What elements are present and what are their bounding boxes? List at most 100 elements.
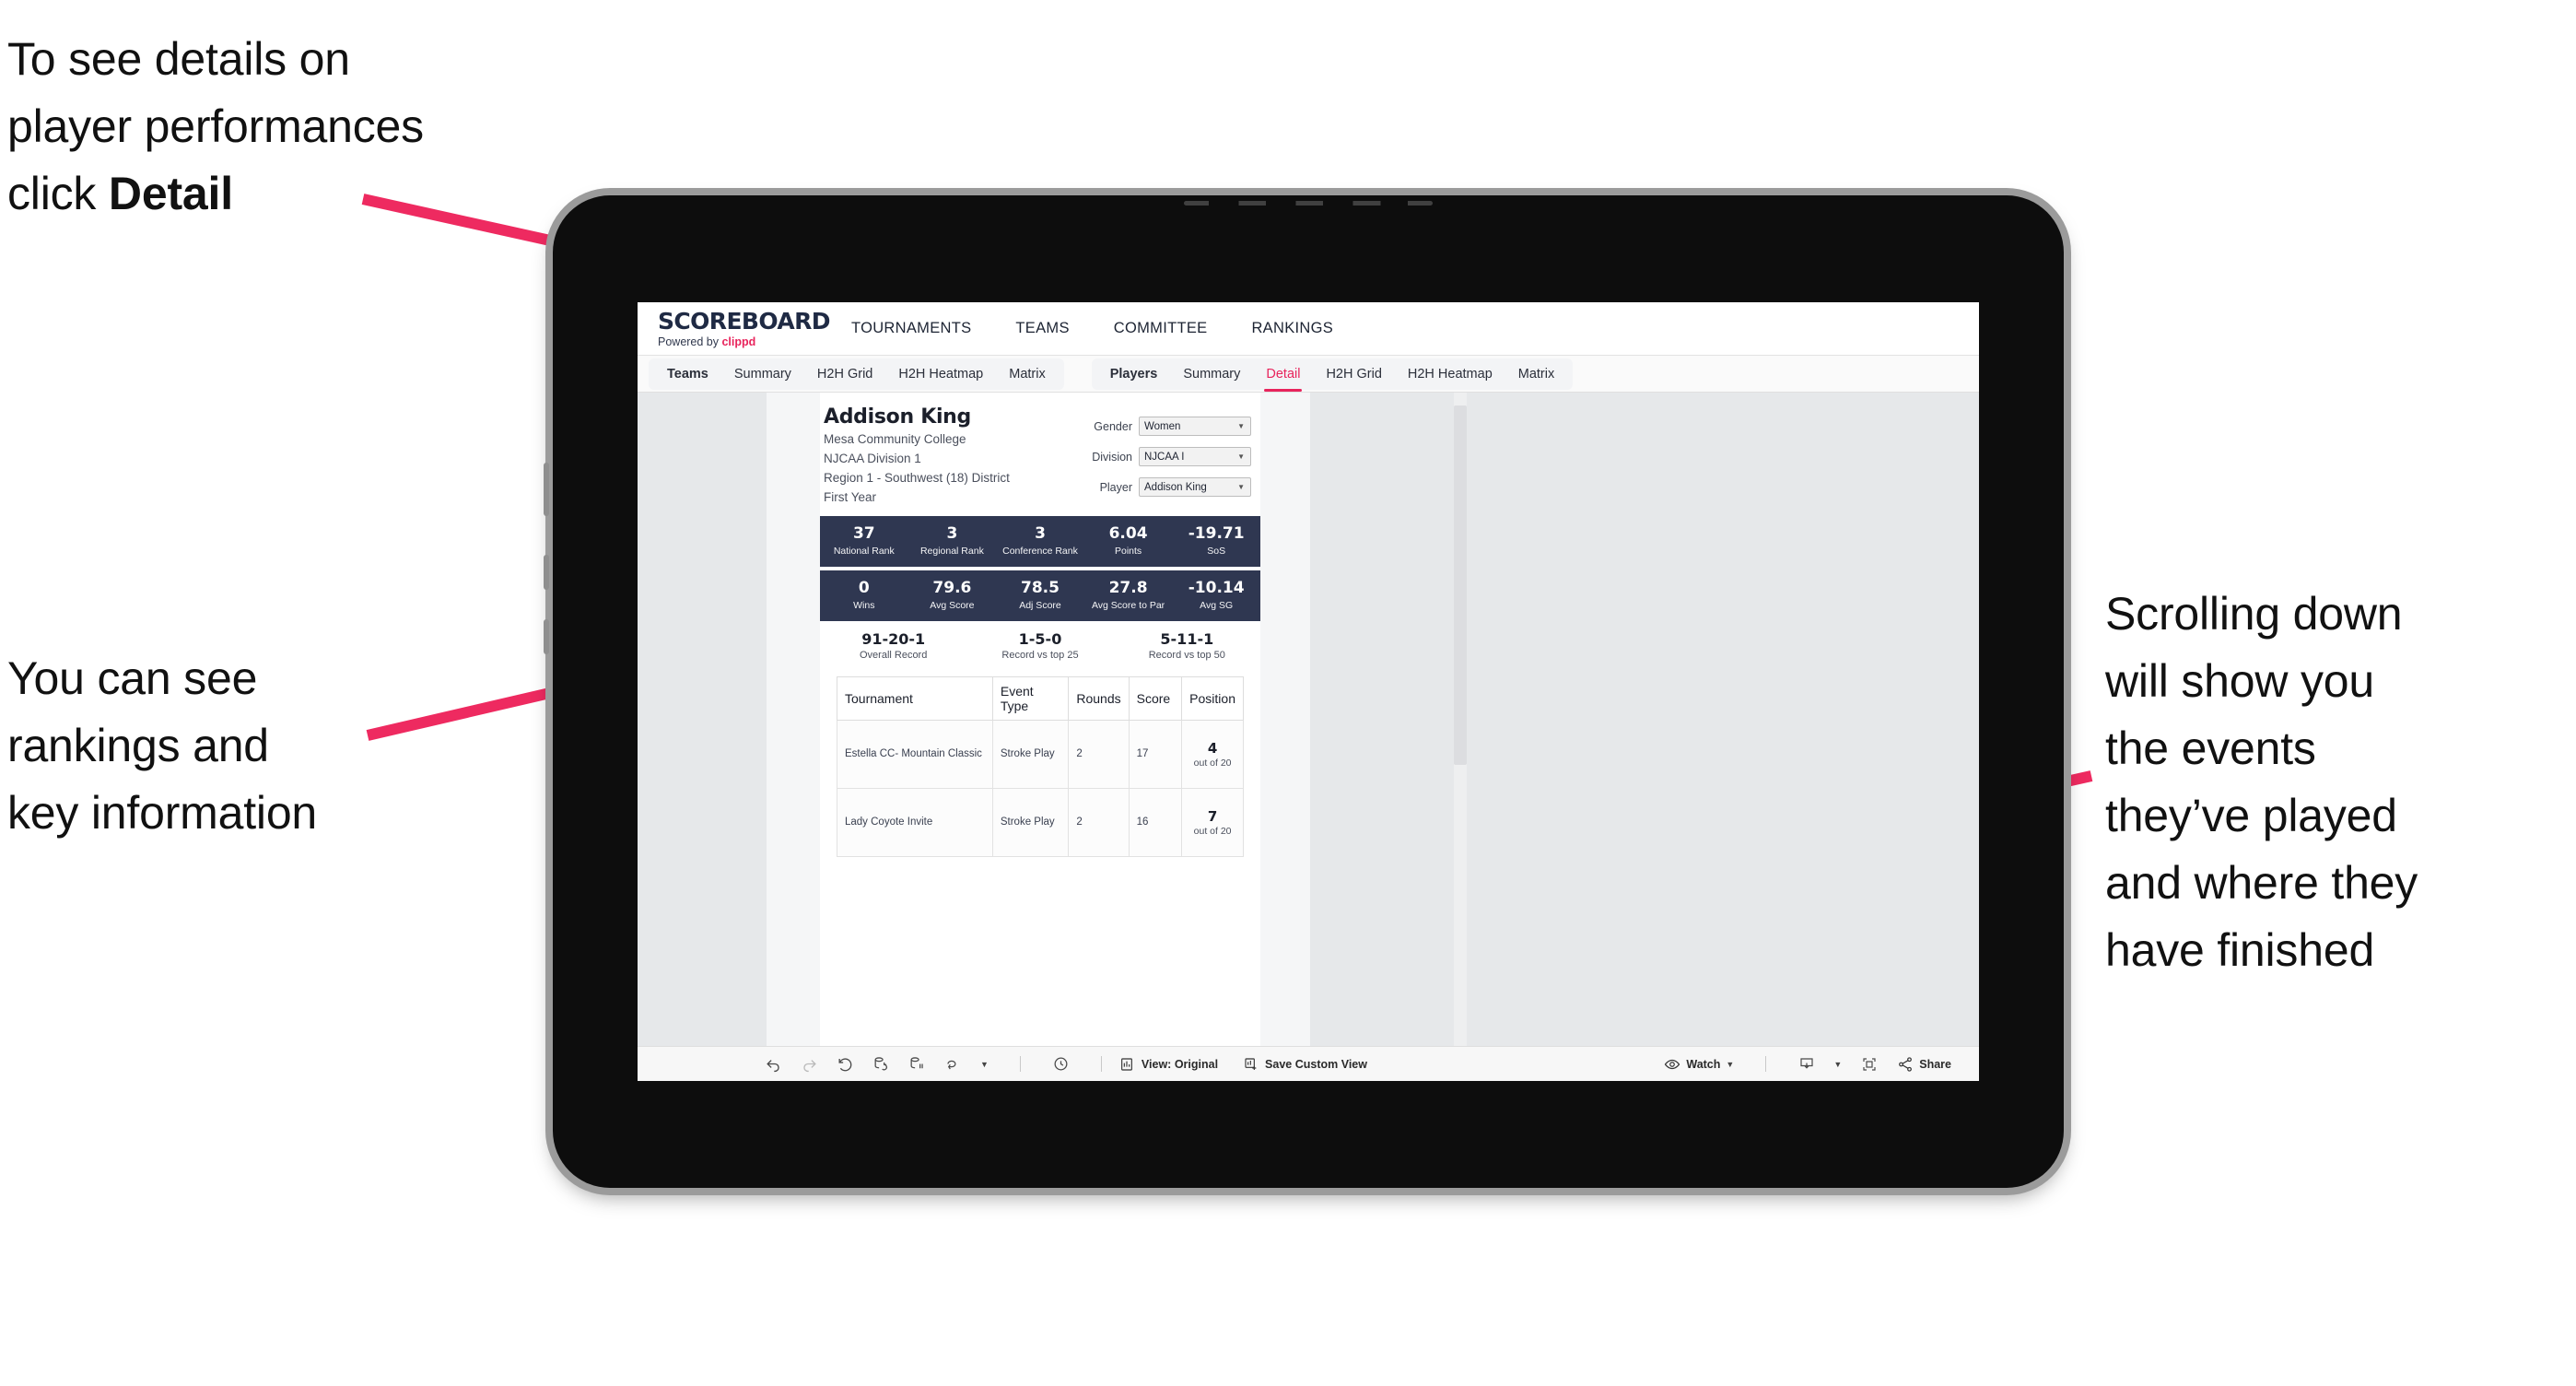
record-overall: 91-20-1 Overall Record [820,630,966,661]
stat-value: -10.14 [1188,579,1245,598]
nav-item-committee[interactable]: COMMITTEE [1114,320,1208,337]
record-label: Overall Record [859,650,928,662]
stat-label: Avg Score to Par [1091,599,1165,611]
tab-players-detail[interactable]: Detail [1253,358,1313,392]
stats-bar-rankings: 37 National Rank 3 Regional Rank 3 Confe… [820,515,1260,567]
watch-dropdown-caret[interactable]: ▼ [1726,1060,1734,1069]
cell-position: 7 out of 20 [1181,787,1244,857]
th-position[interactable]: Position [1181,675,1244,721]
stat-label: Avg Score [930,599,975,611]
filter-value-player: Addison King [1144,481,1207,493]
th-event-type[interactable]: Event Type [991,675,1070,721]
stat-label: SoS [1207,545,1226,557]
stat-label: Regional Rank [919,545,984,557]
app-screen: SCOREBOARD Powered by clippd TOURNAMENTS… [638,302,1979,1081]
viz-bottom-toolbar: ▼ View: Original Save Custom View Watch … [638,1046,1979,1081]
filter-select-player[interactable]: Addison King ▼ [1139,477,1251,497]
chevron-down-icon: ▼ [1237,452,1245,461]
nav-item-rankings[interactable]: RANKINGS [1251,320,1333,337]
pause-data-icon[interactable] [908,1055,926,1073]
redo-icon[interactable] [801,1055,818,1073]
stat-regional-rank: 3 Regional Rank [908,525,997,557]
stat-label: Conference Rank [1002,545,1078,557]
clear-sheet-dropdown-caret[interactable]: ▼ [980,1060,989,1069]
tab-teams-h2h-heatmap[interactable]: H2H Heatmap [885,358,996,390]
fullscreen-icon[interactable] [1860,1055,1878,1073]
cell-rounds: 2 [1068,787,1130,857]
nav-item-tournaments[interactable]: TOURNAMENTS [851,320,971,337]
tab-players-h2h-heatmap[interactable]: H2H Heatmap [1395,358,1505,390]
stat-label: National Rank [833,545,895,557]
watch-button[interactable]: Watch ▼ [1663,1055,1734,1073]
tab-players-summary[interactable]: Summary [1170,358,1253,390]
stat-value: 0 [858,579,870,598]
table-row[interactable]: Estella CC- Mountain Classic Stroke Play… [837,719,1244,789]
toolbar-divider [1100,1056,1102,1072]
stats-bar-scoring: 0 Wins 79.6 Avg Score 78.5 Adj Score 27.… [820,570,1260,621]
stat-national-rank: 37 National Rank [820,525,908,557]
stat-label: Avg SG [1200,599,1234,611]
th-score[interactable]: Score [1128,675,1183,721]
view-original-label: View: Original [1141,1057,1219,1071]
app-top-navigation: SCOREBOARD Powered by clippd TOURNAMENTS… [638,302,1979,356]
player-detail-card: Addison King Mesa Community College NJCA… [767,393,1310,1046]
share-button[interactable]: Share [1896,1055,1951,1073]
filter-select-division[interactable]: NJCAA I ▼ [1139,447,1251,466]
vertical-scrollbar-thumb[interactable] [1454,405,1467,765]
tournaments-table: Tournament Event Type Rounds Score Posit… [837,675,1244,857]
cell-tournament: Lady Coyote Invite [837,787,993,857]
download-dropdown-caret[interactable]: ▼ [1833,1060,1842,1069]
player-detail-inner: Addison King Mesa Community College NJCA… [820,393,1260,1046]
brand-powered-name: clippd [721,335,756,348]
tablet-volume-down-button[interactable] [544,619,549,654]
view-original-button[interactable]: View: Original [1118,1055,1218,1073]
toolbar-history-icons: ▼ [765,1055,1115,1073]
tab-players[interactable]: Players [1097,358,1171,390]
filter-value-gender: Women [1144,420,1181,432]
tablet-power-button[interactable] [544,463,549,516]
cell-tournament: Estella CC- Mountain Classic [837,719,993,789]
table-row[interactable]: Lady Coyote Invite Stroke Play 2 16 7 ou… [837,787,1244,857]
clear-sheet-icon[interactable] [944,1055,962,1073]
filter-label-division: Division [1092,450,1132,464]
slide-canvas: To see details on player performances cl… [0,0,2576,1386]
stat-label: Adj Score [1019,599,1061,611]
th-rounds[interactable]: Rounds [1068,675,1130,721]
cell-position: 4 out of 20 [1181,719,1244,789]
filter-select-gender[interactable]: Women ▼ [1139,417,1251,436]
stat-value: 6.04 [1108,524,1148,544]
stat-value: 79.6 [932,579,972,598]
top-nav-items: TOURNAMENTS TEAMS COMMITTEE RANKINGS [851,320,1333,337]
annotation-rankings-info: You can see rankings and key information [7,652,318,839]
filter-label-player: Player [1099,480,1132,494]
stat-value: 3 [946,524,958,544]
position-number: 4 [1207,739,1218,757]
refresh-data-icon[interactable] [872,1055,890,1073]
tab-players-matrix[interactable]: Matrix [1505,358,1567,390]
tablet-volume-up-button[interactable] [544,555,549,590]
cell-score: 16 [1128,787,1183,857]
toolbar-right-group: Watch ▼ ▼ Share [1663,1055,1957,1073]
filter-panel: Gender Women ▼ Division NJCAA I ▼ Player… [1076,417,1251,508]
th-tournament[interactable]: Tournament [837,675,993,721]
nav-item-teams[interactable]: TEAMS [1015,320,1069,337]
stat-value: 3 [1035,524,1046,544]
annotation-scroll-events: Scrolling down will show you the events … [2105,588,2418,976]
pause-auto-update-icon[interactable] [1052,1055,1070,1073]
tab-players-h2h-grid[interactable]: H2H Grid [1313,358,1394,390]
position-out-of: out of 20 [1193,825,1232,837]
stat-adj-score: 78.5 Adj Score [996,580,1084,611]
revert-icon[interactable] [837,1055,854,1073]
undo-icon[interactable] [765,1055,782,1073]
chevron-down-icon: ▼ [1237,483,1245,491]
tab-teams-summary[interactable]: Summary [721,358,804,390]
save-custom-view-button[interactable]: Save Custom View [1242,1055,1367,1073]
tab-teams-h2h-grid[interactable]: H2H Grid [804,358,885,390]
save-custom-view-icon [1242,1055,1259,1073]
tab-teams[interactable]: Teams [654,358,721,390]
download-icon[interactable] [1797,1055,1815,1073]
stat-points: 6.04 Points [1084,525,1173,557]
tab-teams-matrix[interactable]: Matrix [996,358,1058,390]
share-icon [1896,1055,1914,1073]
brand-logo[interactable]: SCOREBOARD Powered by clippd [658,310,831,348]
